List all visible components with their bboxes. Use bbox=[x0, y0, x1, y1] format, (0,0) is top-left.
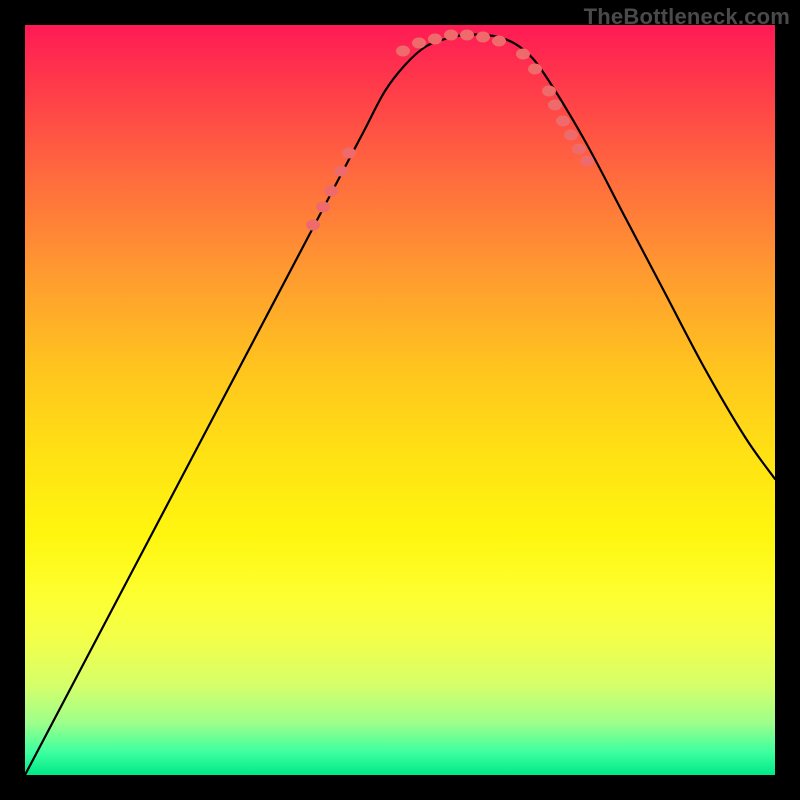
curve-marker bbox=[306, 220, 320, 231]
curve-marker bbox=[324, 186, 338, 197]
chart-frame: TheBottleneck.com bbox=[0, 0, 800, 800]
curve-marker bbox=[334, 166, 348, 177]
marker-group bbox=[306, 30, 594, 231]
curve-marker bbox=[556, 116, 570, 127]
curve-marker bbox=[542, 86, 556, 97]
curve-marker bbox=[444, 30, 458, 41]
curve-marker bbox=[516, 49, 530, 60]
curve-marker bbox=[492, 36, 506, 47]
curve-layer bbox=[25, 25, 775, 775]
curve-marker bbox=[572, 144, 586, 155]
curve-marker bbox=[316, 202, 330, 213]
curve-marker bbox=[580, 156, 594, 167]
curve-marker bbox=[396, 46, 410, 57]
bottleneck-curve bbox=[25, 34, 775, 775]
plot-area bbox=[25, 25, 775, 775]
curve-marker bbox=[564, 130, 578, 141]
curve-marker bbox=[412, 38, 426, 49]
curve-marker bbox=[460, 30, 474, 41]
curve-marker bbox=[528, 64, 542, 75]
curve-marker bbox=[548, 100, 562, 111]
curve-marker bbox=[428, 34, 442, 45]
curve-marker bbox=[476, 32, 490, 43]
curve-marker bbox=[342, 148, 356, 159]
